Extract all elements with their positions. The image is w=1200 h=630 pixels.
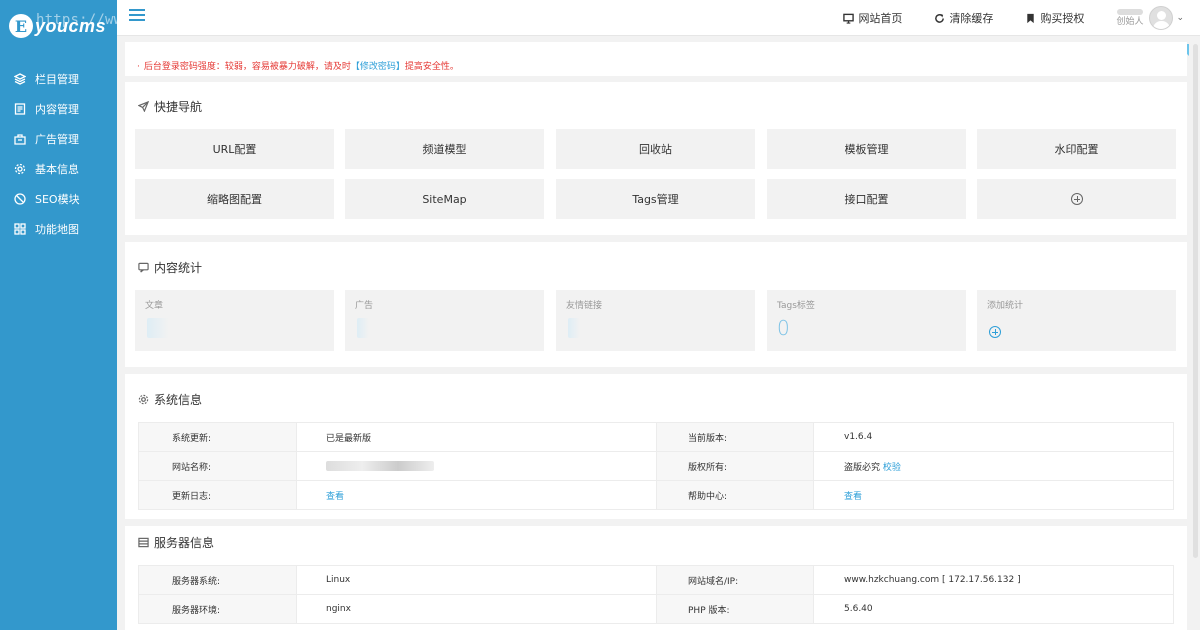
system-info-panel: 系统信息 系统更新: 已是最新版 当前版本: v1.6.4 网站名称: 版权所有… — [125, 374, 1187, 519]
stat-value-blurred — [357, 318, 369, 338]
sidebar-item-columns[interactable]: 栏目管理 — [0, 64, 117, 94]
header-link-label: 网站首页 — [858, 12, 903, 25]
quick-nav-api-config[interactable]: 接口配置 — [767, 179, 966, 219]
logo-mark: E — [9, 14, 33, 38]
sidebar-item-label: 内容管理 — [35, 103, 79, 116]
sidebar-item-function-map[interactable]: 功能地图 — [0, 214, 117, 244]
help-center-link[interactable]: 查看 — [844, 492, 862, 502]
header-link-label: 购买授权 — [1040, 12, 1085, 25]
add-circle-icon — [1070, 193, 1083, 205]
system-info-title: 系统信息 — [138, 391, 202, 408]
header-link-label: 清除缓存 — [949, 12, 994, 25]
add-circle-icon[interactable] — [989, 326, 1001, 338]
logo-text: youcms — [35, 15, 107, 36]
table-row: 更新日志: 查看 帮助中心: 查看 — [138, 480, 1174, 510]
header-link-buy-license[interactable]: 购买授权 — [1025, 10, 1084, 26]
avatar[interactable] — [1149, 6, 1174, 30]
stat-value: 0 — [777, 316, 790, 340]
ad-icon — [14, 133, 26, 145]
server-info-panel: 服务器信息 服务器系统: Linux 网站域名/IP: www.hzkchuan… — [125, 526, 1187, 630]
stat-card-friend-links[interactable]: 友情链接 — [556, 290, 755, 351]
sidebar-nav: 栏目管理 内容管理 广告管理 基本信息 SEO模块 功能地图 — [0, 64, 117, 244]
sidebar-item-label: 功能地图 — [35, 223, 79, 236]
sidebar-item-content[interactable]: 内容管理 — [0, 94, 117, 124]
password-notice: · 后台登录密码强度：较弱，容易被暴力破解，请及时【修改密码】提高安全性。 — [125, 42, 1187, 76]
chat-icon — [138, 262, 149, 273]
header-links: 网站首页 清除缓存 购买授权 创始人 ⌄ — [843, 0, 1184, 36]
sidebar-item-label: 广告管理 — [35, 133, 79, 146]
server-info-title: 服务器信息 — [138, 534, 214, 551]
sidebar-item-basic-info[interactable]: 基本信息 — [0, 154, 117, 184]
server-info-table: 服务器系统: Linux 网站域名/IP: www.hzkchuang.com … — [138, 565, 1174, 624]
sidebar-item-label: 栏目管理 — [35, 73, 79, 86]
server-icon — [138, 537, 149, 548]
layers-icon — [13, 73, 27, 85]
settings-icon — [138, 394, 149, 405]
verify-link[interactable]: 校验 — [883, 463, 901, 473]
stat-value-blurred — [147, 318, 169, 338]
quick-nav-channel-model[interactable]: 频道模型 — [345, 129, 544, 169]
quick-nav-sitemap[interactable]: SiteMap — [345, 179, 544, 219]
quick-nav-url-config[interactable]: URL配置 — [135, 129, 334, 169]
stat-card-ads[interactable]: 广告 — [345, 290, 544, 351]
system-info-table: 系统更新: 已是最新版 当前版本: v1.6.4 网站名称: 版权所有: 盗版必… — [138, 422, 1174, 510]
scrollbar[interactable] — [1193, 44, 1198, 558]
quick-nav-recycle-bin[interactable]: 回收站 — [556, 129, 755, 169]
sidebar-item-seo[interactable]: SEO模块 — [0, 184, 117, 214]
document-icon — [14, 103, 26, 115]
quick-nav-thumbnail-config[interactable]: 缩略图配置 — [135, 179, 334, 219]
header-link-clear-cache[interactable]: 清除缓存 — [934, 10, 993, 26]
notice-text: 后台登录密码强度：较弱，容易被暴力破解，请及时 — [143, 62, 351, 72]
globe-icon — [14, 193, 26, 205]
notice-suffix: 提高安全性。 — [404, 62, 459, 72]
stat-card-add[interactable]: 添加统计 — [977, 290, 1176, 351]
table-row: 服务器环境: nginx PHP 版本: 5.6.40 — [138, 594, 1174, 624]
sidebar-item-label: SEO模块 — [35, 193, 80, 206]
sidebar-item-ads[interactable]: 广告管理 — [0, 124, 117, 154]
content-stats-panel: 内容统计 文章 广告 友情链接 Tags标签 0 添加统计 — [125, 242, 1187, 367]
site-name-blurred — [326, 460, 434, 471]
quick-nav-panel: 快捷导航 URL配置 频道模型 回收站 模板管理 水印配置 缩略图配置 Site… — [125, 82, 1187, 235]
user-menu[interactable]: 创始人 ⌄ — [1116, 6, 1184, 30]
table-row: 系统更新: 已是最新版 当前版本: v1.6.4 — [138, 422, 1174, 452]
quick-nav-template-manage[interactable]: 模板管理 — [767, 129, 966, 169]
stat-card-articles[interactable]: 文章 — [135, 290, 334, 351]
change-password-link[interactable]: 【修改密码】 — [351, 62, 405, 72]
table-row: 服务器系统: Linux 网站域名/IP: www.hzkchuang.com … — [138, 565, 1174, 595]
stat-value-blurred — [568, 318, 580, 338]
send-icon — [138, 101, 149, 112]
main-content: · 后台登录密码强度：较弱，容易被暴力破解，请及时【修改密码】提高安全性。 快捷导… — [117, 36, 1200, 630]
table-row: 网站名称: 版权所有: 盗版必究 校验 — [138, 451, 1174, 481]
chevron-down-icon[interactable]: ⌄ — [1176, 13, 1184, 23]
stat-card-tags[interactable]: Tags标签 0 — [767, 290, 966, 351]
quick-nav-tags-manage[interactable]: Tags管理 — [556, 179, 755, 219]
gear-icon — [14, 163, 26, 175]
bookmark-icon — [1027, 13, 1035, 23]
grid-icon — [14, 223, 26, 235]
header-link-home[interactable]: 网站首页 — [843, 10, 902, 26]
top-header: 网站首页 清除缓存 购买授权 创始人 ⌄ — [117, 0, 1200, 36]
content-stats-title: 内容统计 — [138, 259, 202, 276]
sidebar: E youcms https://www.huzhan.com/ishop203… — [0, 0, 321, 630]
refresh-icon — [935, 13, 945, 23]
menu-toggle-icon[interactable] — [129, 9, 145, 23]
logo[interactable]: E youcms https://www.huzhan.com/ishop203… — [0, 0, 321, 52]
quick-nav-add-button[interactable] — [977, 179, 1176, 219]
quick-nav-watermark-config[interactable]: 水印配置 — [977, 129, 1176, 169]
user-role: 创始人 — [1116, 17, 1144, 27]
username-blurred — [1117, 9, 1144, 15]
monitor-icon — [843, 13, 855, 24]
changelog-link[interactable]: 查看 — [326, 492, 344, 502]
sidebar-item-label: 基本信息 — [35, 163, 79, 176]
quick-nav-title: 快捷导航 — [138, 98, 202, 115]
